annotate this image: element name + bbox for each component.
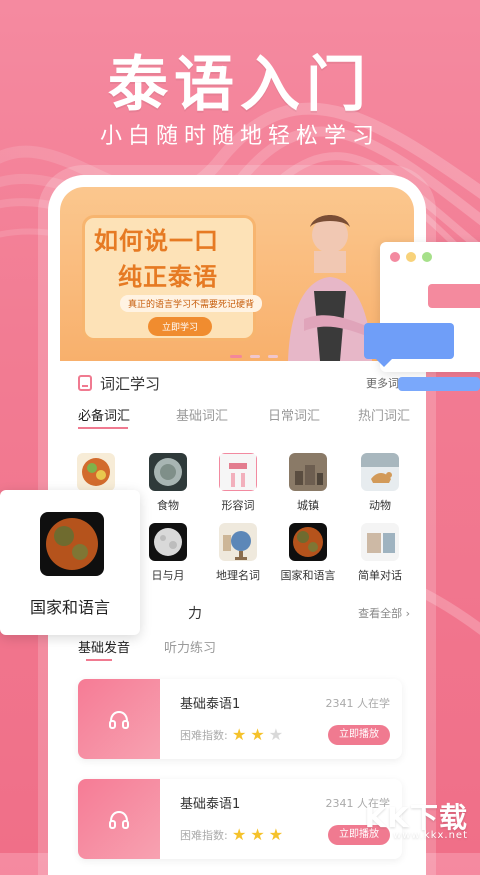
globe-icon [219, 523, 257, 561]
window-close-icon [390, 252, 400, 262]
promo-banner[interactable]: 如何说一口 纯正泰语 真正的语言学习不需要死记硬背 立即学习 [60, 187, 414, 361]
vocab-tabs: 必备词汇 基础词汇 日常词汇 热门词汇 [78, 405, 418, 431]
course-cover [78, 779, 160, 859]
banner-tagline: 真正的语言学习不需要死记硬背 [120, 295, 263, 312]
category-label: 国家和语言 [280, 569, 336, 582]
category-item[interactable]: 城镇 [278, 453, 338, 513]
tab-underline [86, 659, 112, 661]
vocab-section-title: 词汇学习 [100, 375, 161, 393]
star-icon: ★ [268, 725, 284, 744]
plate-icon [149, 453, 187, 491]
hero-title: 泰语入门 [108, 50, 372, 120]
difficulty-stars: ★ ★ ★ [232, 725, 283, 744]
course-card[interactable]: 基础泰语1 2341 人在学 困难指数: ★ ★ ★ 立即播放 [78, 679, 402, 759]
tab-underline [78, 427, 128, 429]
play-now-button[interactable]: 立即播放 [328, 725, 390, 745]
food-bowl-icon [77, 453, 115, 491]
listening-tabs: 基础发音 听力练习 [78, 637, 418, 661]
tab-essential-vocab[interactable]: 必备词汇 [78, 405, 130, 424]
tab-basic-vocab[interactable]: 基础词汇 [176, 405, 228, 424]
course-learners: 2341 人在学 [325, 697, 391, 710]
tab-daily-vocab[interactable]: 日常词汇 [268, 405, 320, 424]
category-item[interactable]: 动物 [350, 453, 410, 513]
difficulty-label: 困难指数: [180, 729, 228, 742]
listening-section-title: 力 [188, 606, 202, 622]
dog-icon [361, 453, 399, 491]
category-item[interactable]: 形容词 [208, 453, 268, 513]
headphones-icon [109, 810, 129, 829]
banner-pagination [230, 355, 278, 358]
category-label: 动物 [369, 499, 391, 512]
watermark: KK下载 www.kkx.net [365, 796, 468, 841]
pagination-dot[interactable] [250, 355, 260, 358]
moon-icon [149, 523, 187, 561]
category-label: 简单对话 [358, 569, 402, 582]
town-icon [289, 453, 327, 491]
course-title: 基础泰语1 [180, 697, 241, 712]
banner-headline-1: 如何说一口 [94, 227, 219, 255]
earth-icon [289, 523, 327, 561]
category-label: 形容词 [221, 499, 255, 512]
star-icon: ★ [232, 725, 247, 744]
view-all-link[interactable]: 查看全部 › [358, 605, 410, 621]
headphones-icon [109, 710, 129, 729]
course-cover [78, 679, 160, 759]
window-controls [390, 252, 432, 262]
pagination-dot[interactable] [268, 355, 278, 358]
category-item[interactable]: 国家和语言 [278, 523, 338, 583]
tab-pronunciation[interactable]: 基础发音 [78, 637, 130, 656]
window-bar [428, 284, 480, 308]
star-icon: ★ [268, 825, 284, 844]
window-maximize-icon [422, 252, 432, 262]
category-item[interactable]: 简单对话 [350, 523, 410, 583]
category-popup[interactable]: 国家和语言 [0, 490, 140, 635]
tab-hot-vocab[interactable]: 热门词汇 [358, 405, 410, 424]
star-icon: ★ [250, 725, 265, 744]
category-item[interactable]: 日与月 [138, 523, 198, 583]
chat-bubble [364, 323, 454, 367]
chat-icon [361, 523, 399, 561]
vocab-section-header: 词汇学习 更多词汇 [70, 373, 410, 395]
course-card[interactable]: 基础泰语1 2341 人在学 困难指数: ★ ★ ★ 立即播放 [78, 779, 402, 859]
banner-headline-2: 纯正泰语 [118, 263, 218, 291]
tab-listening-practice[interactable]: 听力练习 [164, 637, 216, 656]
category-label: 地理名词 [216, 569, 260, 582]
card-icon [219, 453, 257, 491]
category-label: 日与月 [151, 569, 185, 582]
category-item[interactable]: 食物 [138, 453, 198, 513]
hero-subtitle: 小白随时随地轻松学习 [99, 124, 380, 149]
course-title: 基础泰语1 [180, 797, 241, 812]
star-icon: ★ [250, 825, 265, 844]
category-label: 食物 [157, 499, 179, 512]
earth-icon [40, 512, 104, 576]
pagination-dot-active[interactable] [230, 355, 242, 358]
category-item[interactable]: 地理名词 [208, 523, 268, 583]
window-minimize-icon [406, 252, 416, 262]
chat-line [398, 377, 480, 391]
difficulty-stars: ★ ★ ★ [232, 825, 283, 844]
book-icon [78, 375, 92, 391]
banner-cta-button[interactable]: 立即学习 [148, 317, 213, 336]
popup-label: 国家和语言 [29, 598, 110, 617]
star-icon: ★ [232, 825, 247, 844]
difficulty-label: 困难指数: [180, 829, 228, 842]
category-label: 城镇 [297, 499, 319, 512]
